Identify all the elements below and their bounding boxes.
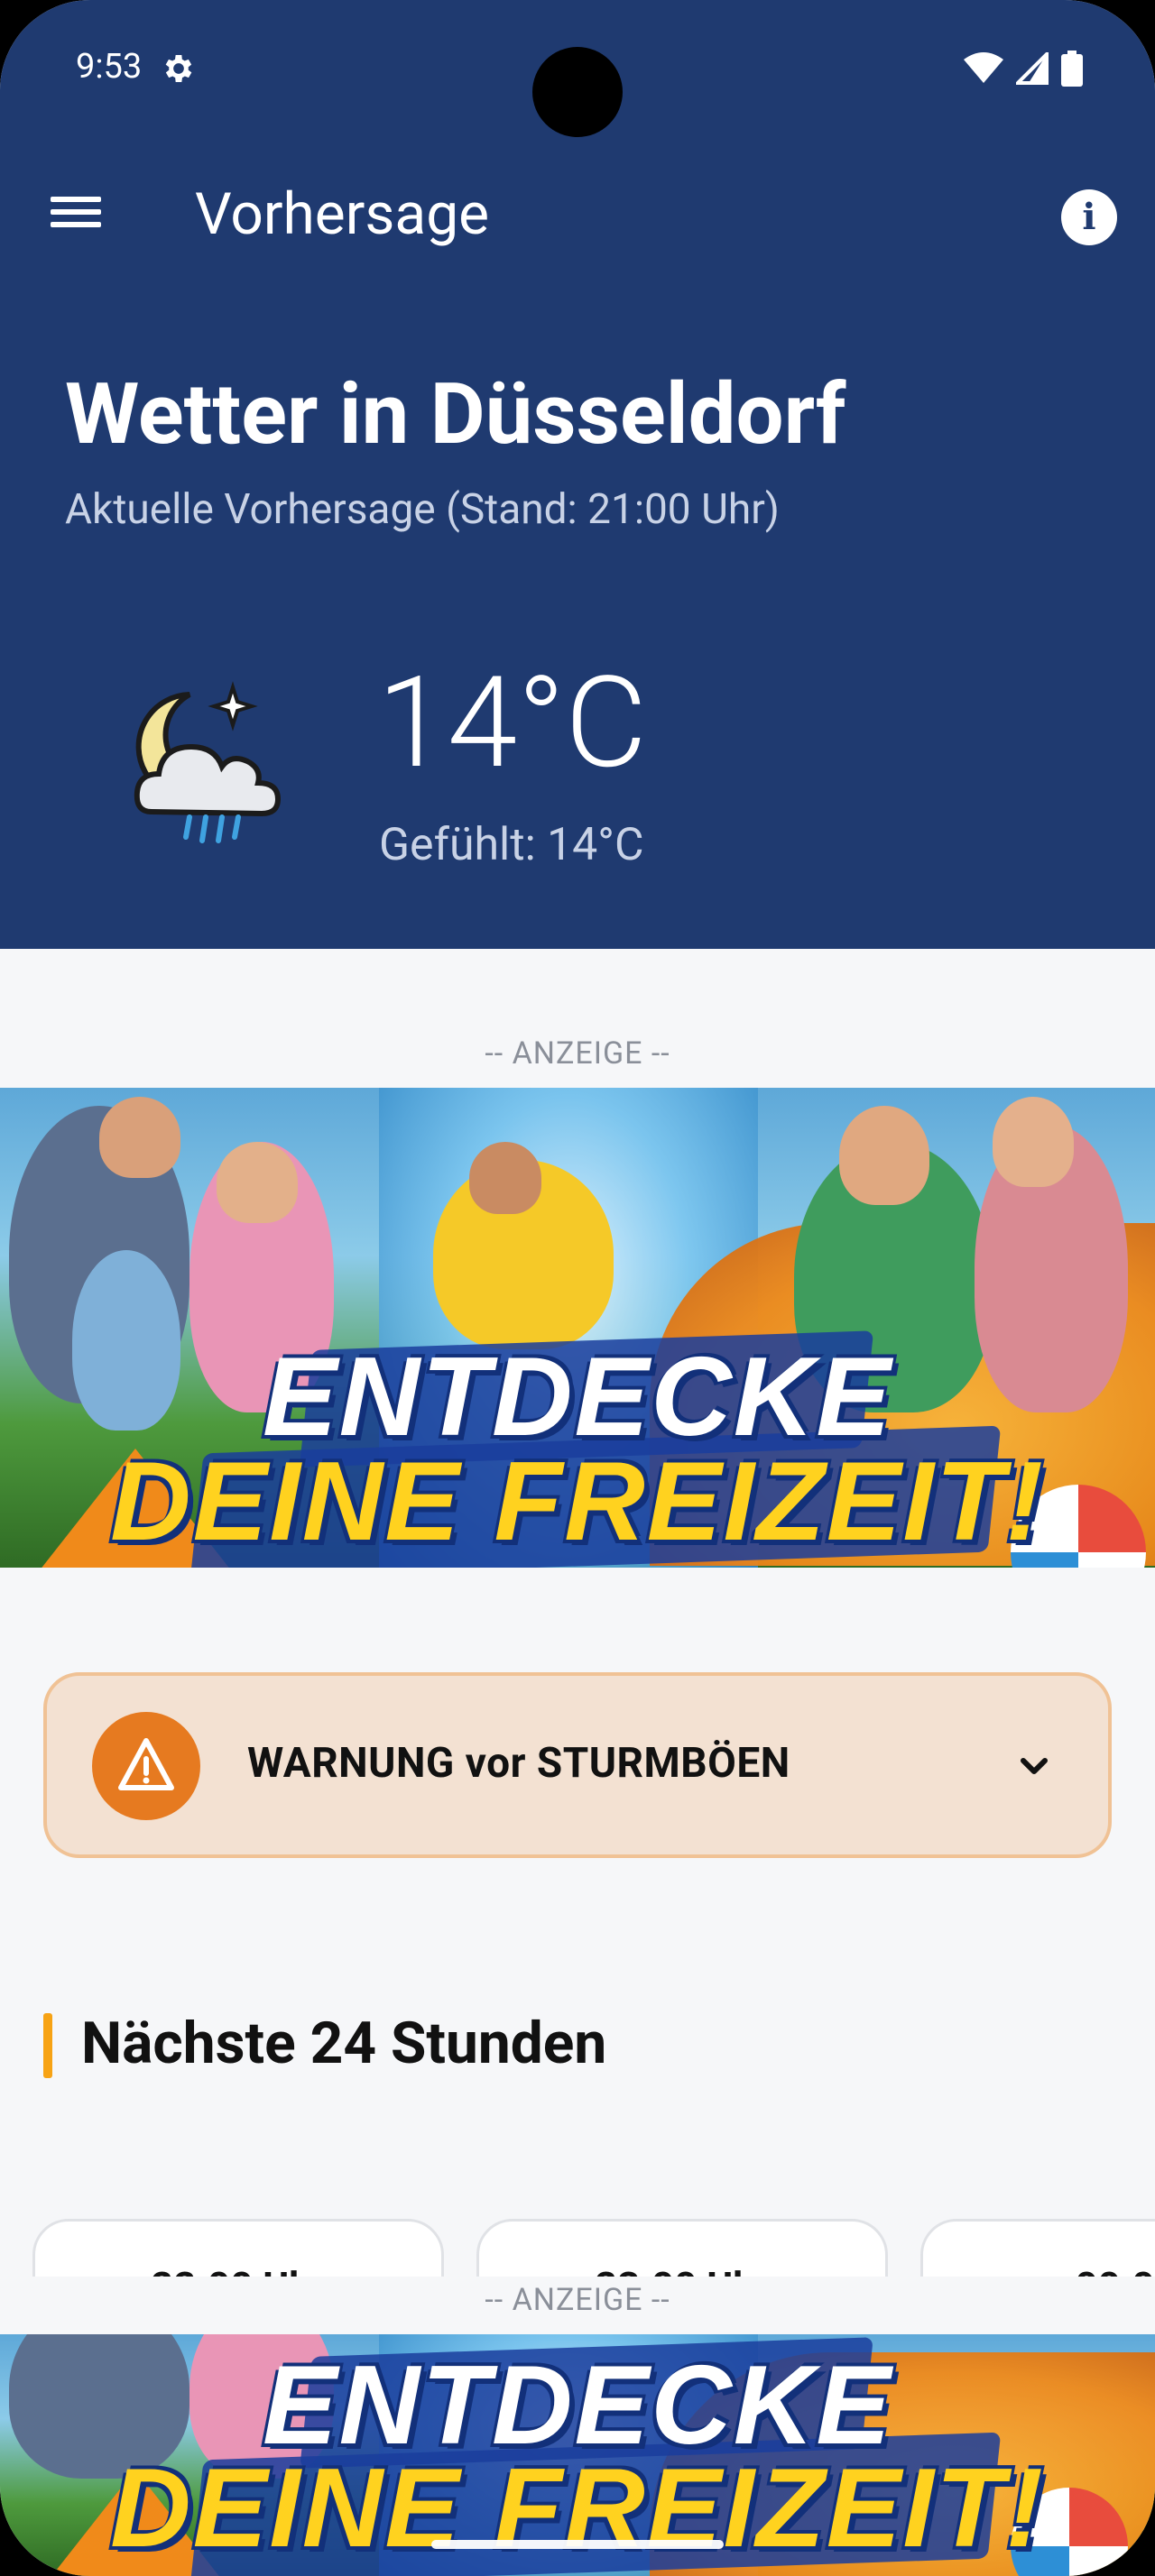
storm-warning-card[interactable]: WARNUNG vor STURMBÖEN: [43, 1672, 1112, 1858]
current-temperature: 14°C: [377, 649, 648, 797]
ad-headline-line2: DEINE FREIZEIT!: [110, 1440, 1045, 1564]
gesture-nav-bar[interactable]: [431, 2540, 724, 2549]
camera-cutout: [532, 47, 623, 137]
warning-title: WARNUNG vor STURMBÖEN: [247, 1739, 790, 1788]
cellular-signal-icon: [1016, 52, 1049, 85]
menu-icon-line: [51, 209, 101, 215]
feels-like-temperature: Gefühlt: 14°C: [379, 819, 644, 871]
phone-screen: 9:53 Vorhersage i Wetter in Düsseldorf A…: [0, 0, 1155, 2576]
ad-label: -- ANZEIGE --: [485, 1035, 670, 1072]
ad-label: -- ANZEIGE --: [485, 2282, 670, 2318]
ad-image-face: [99, 1097, 180, 1178]
chevron-down-icon[interactable]: [1014, 1746, 1054, 1786]
night-rain-icon: [134, 681, 282, 843]
page-title: Wetter in Düsseldorf: [65, 364, 846, 464]
info-icon: i: [1082, 196, 1096, 238]
app-bar: Vorhersage i: [0, 171, 1155, 262]
wifi-icon: [964, 52, 1003, 83]
status-time: 9:53: [76, 47, 143, 87]
ad-image-face: [469, 1142, 541, 1214]
menu-button[interactable]: [45, 189, 108, 244]
status-icons: [964, 51, 1083, 87]
header: 9:53 Vorhersage i Wetter in Düsseldorf A…: [0, 0, 1155, 949]
section-title-hourly: Nächste 24 Stunden: [81, 2010, 607, 2077]
ad-image-face: [217, 1142, 298, 1223]
app-bar-title: Vorhersage: [195, 180, 490, 248]
ad-image-face: [993, 1097, 1074, 1187]
menu-icon-line: [51, 197, 101, 202]
forecast-timestamp: Aktuelle Vorhersage (Stand: 21:00 Uhr): [65, 485, 780, 534]
section-accent-bar: [43, 2013, 52, 2078]
warning-icon-badge: [92, 1712, 200, 1820]
status-bar: 9:53: [0, 0, 1155, 137]
info-button[interactable]: i: [1061, 189, 1117, 245]
ad-banner[interactable]: ENTDECKE DEINE FREIZEIT!: [0, 1088, 1155, 1568]
menu-icon-line: [51, 222, 101, 227]
ad-headline-line2: DEINE FREIZEIT!: [110, 2446, 1045, 2571]
battery-icon: [1061, 51, 1083, 87]
settings-gear-icon: [165, 55, 192, 82]
warning-icon: [118, 1738, 174, 1790]
ad-image-face: [839, 1106, 929, 1205]
